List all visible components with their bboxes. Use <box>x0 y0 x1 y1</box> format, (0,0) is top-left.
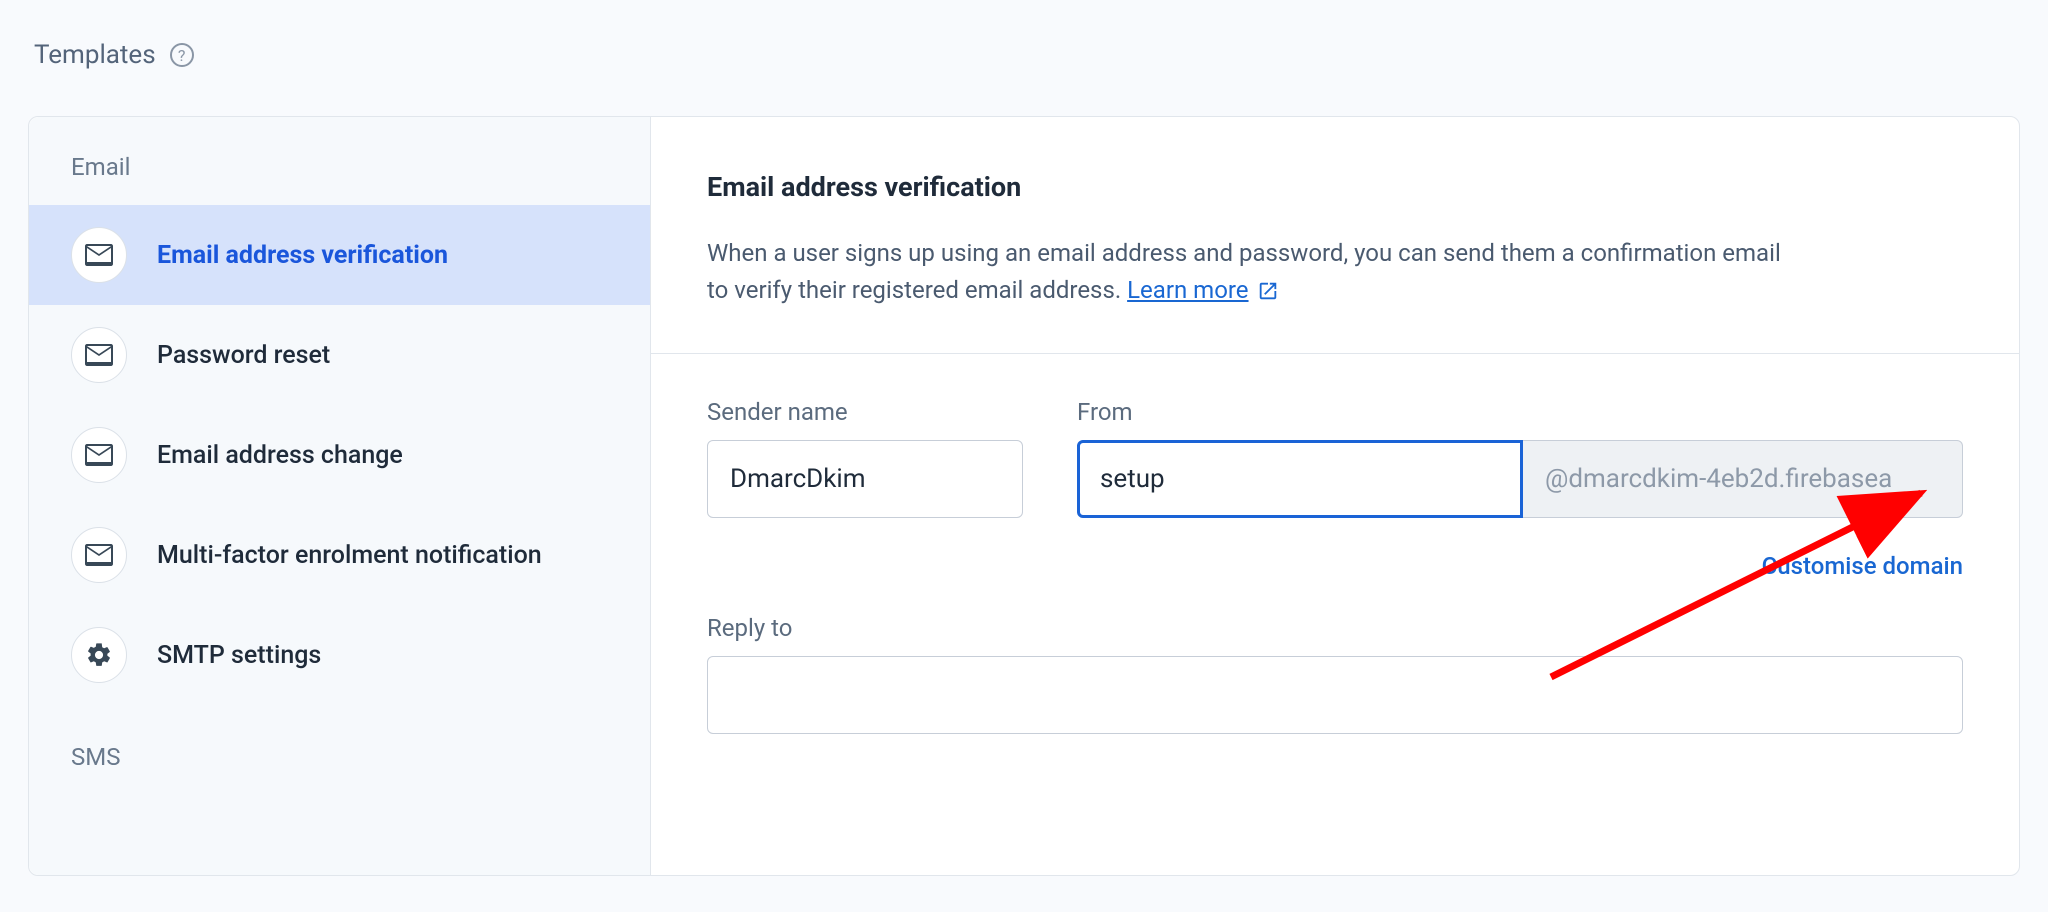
from-label: From <box>1077 398 1963 426</box>
sidebar-item-label: Multi-factor enrolment notification <box>157 541 542 570</box>
sidebar-item-label: Email address change <box>157 441 403 470</box>
from-input[interactable] <box>1077 440 1523 518</box>
sidebar-item-password-reset[interactable]: Password reset <box>29 305 650 405</box>
templates-header: Templates ? <box>28 40 2020 70</box>
reply-to-label: Reply to <box>707 614 1963 642</box>
gear-icon <box>71 627 127 683</box>
sidebar-item-mfa-notification[interactable]: Multi-factor enrolment notification <box>29 505 650 605</box>
sidebar-section-sms: SMS <box>29 743 650 771</box>
reply-to-input[interactable] <box>707 656 1963 734</box>
learn-more-link[interactable]: Learn more <box>1127 272 1278 309</box>
customise-domain-link[interactable]: Customise domain <box>1762 552 1963 580</box>
sidebar-item-email-verification[interactable]: Email address verification <box>29 205 650 305</box>
sidebar: Email Email address verification Passwor… <box>29 117 651 875</box>
from-domain-suffix: @dmarcdkim-4eb2d.firebasea <box>1523 440 1963 518</box>
divider <box>651 353 2019 354</box>
sender-name-input[interactable] <box>707 440 1023 518</box>
sidebar-item-label: Password reset <box>157 341 330 370</box>
templates-title: Templates <box>34 40 156 70</box>
help-icon[interactable]: ? <box>170 43 194 67</box>
external-link-icon <box>1257 280 1279 302</box>
sidebar-item-label: SMTP settings <box>157 641 321 670</box>
mail-icon <box>71 227 127 283</box>
main-content: Email address verification When a user s… <box>651 117 2019 875</box>
sidebar-item-label: Email address verification <box>157 241 448 270</box>
mail-icon <box>71 327 127 383</box>
mail-icon <box>71 527 127 583</box>
sidebar-section-email: Email <box>29 153 650 181</box>
page-title: Email address verification <box>707 171 1963 203</box>
sidebar-item-email-change[interactable]: Email address change <box>29 405 650 505</box>
sender-name-label: Sender name <box>707 398 1023 426</box>
sidebar-item-smtp-settings[interactable]: SMTP settings <box>29 605 650 705</box>
templates-panel: Email Email address verification Passwor… <box>28 116 2020 876</box>
mail-icon <box>71 427 127 483</box>
page-description: When a user signs up using an email addr… <box>707 235 1963 309</box>
